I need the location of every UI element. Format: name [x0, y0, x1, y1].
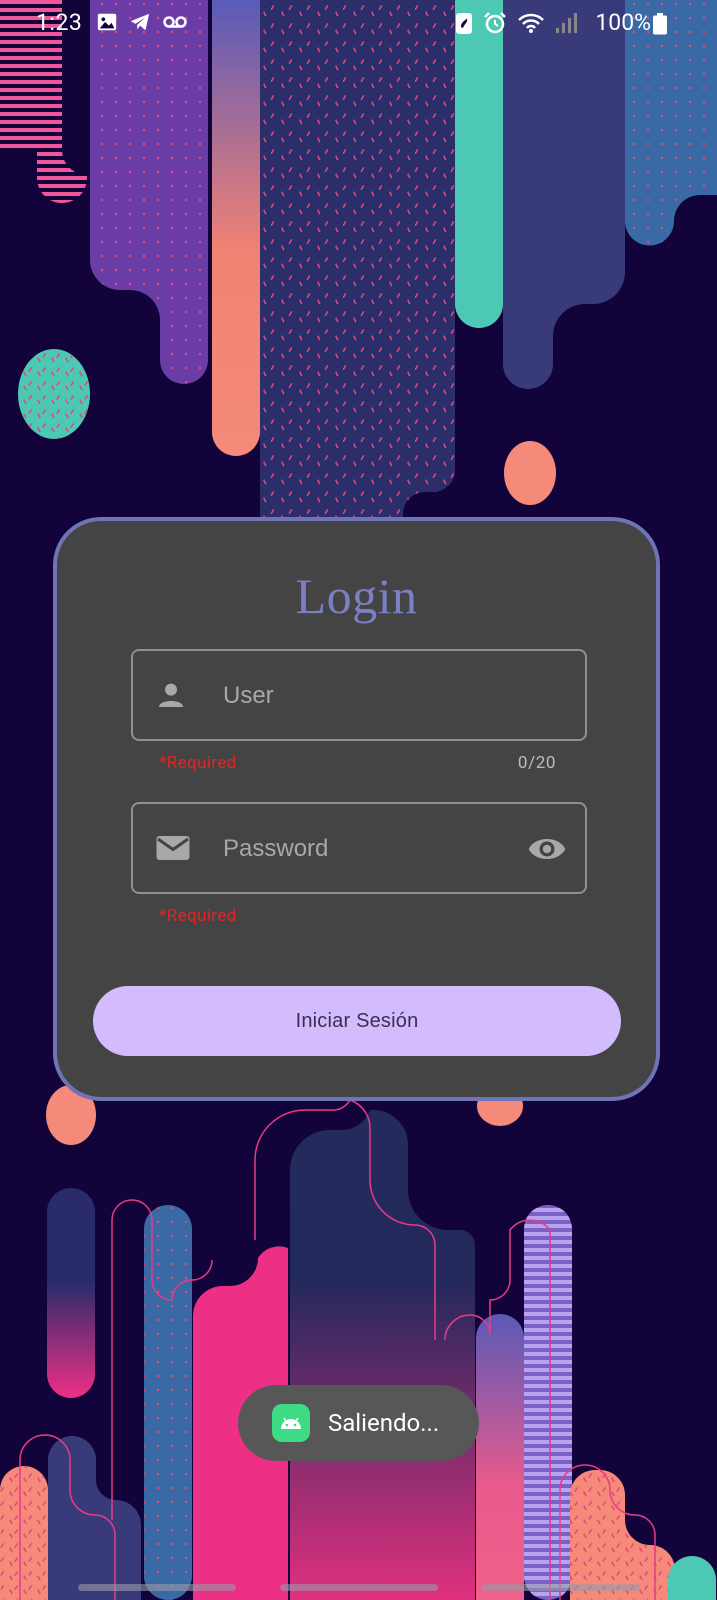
- battery-icon: [653, 13, 667, 41]
- user-character-counter: 0/20: [517, 753, 556, 773]
- voicemail-icon: [162, 11, 188, 39]
- battery-saver-icon: [455, 11, 473, 41]
- password-input[interactable]: [221, 822, 515, 876]
- navigation-bar: [0, 1584, 717, 1594]
- android-icon: [272, 1404, 310, 1442]
- telegram-icon: [128, 11, 152, 39]
- status-left-icons: [96, 11, 188, 39]
- status-bar: 1:23 100%: [0, 0, 717, 46]
- user-required-hint: *Required: [159, 753, 237, 773]
- cellular-signal-icon: [555, 11, 577, 41]
- nav-home-hint[interactable]: [280, 1584, 438, 1591]
- toast-text: Saliendo...: [328, 1409, 440, 1437]
- image-icon: [96, 11, 118, 39]
- password-required-hint: *Required: [159, 906, 237, 926]
- status-right-icons: [455, 11, 577, 41]
- status-time: 1:23: [36, 9, 83, 36]
- password-field[interactable]: [131, 802, 587, 894]
- user-input[interactable]: [221, 669, 515, 723]
- user-field[interactable]: [131, 649, 587, 741]
- mail-icon: [155, 832, 191, 868]
- wifi-icon: [517, 11, 545, 41]
- alarm-icon: [483, 11, 507, 41]
- login-card: Login *Required 0/20 *Required Iniciar S…: [53, 517, 660, 1101]
- nav-recent-hint[interactable]: [78, 1584, 236, 1591]
- login-title: Login: [295, 568, 418, 624]
- login-submit-button[interactable]: Iniciar Sesión: [93, 986, 621, 1056]
- eye-icon[interactable]: [527, 834, 567, 868]
- nav-back-hint[interactable]: [482, 1584, 640, 1591]
- toast-message: Saliendo...: [238, 1385, 479, 1461]
- battery-percentage: 100%: [595, 9, 651, 36]
- person-icon: [155, 679, 187, 715]
